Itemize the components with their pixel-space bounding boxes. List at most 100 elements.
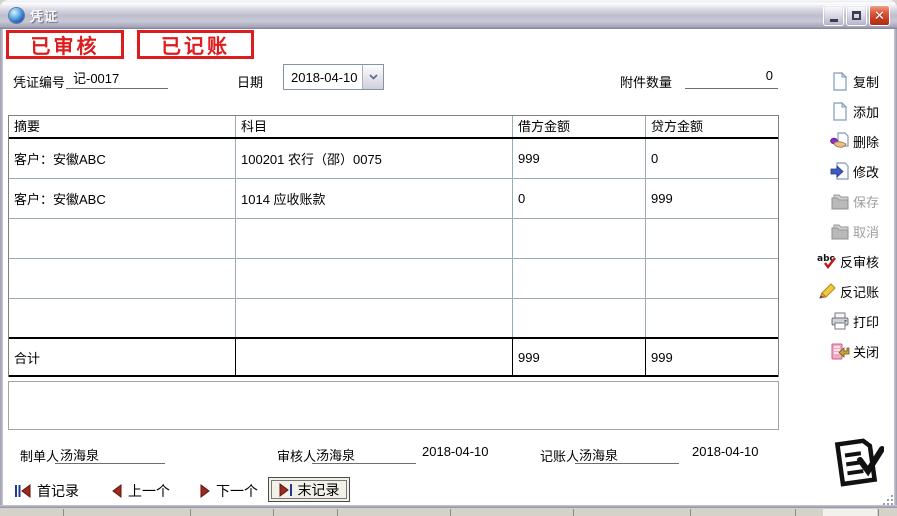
copy-label: 复制: [853, 72, 879, 91]
cell-account[interactable]: [236, 259, 513, 298]
print-button[interactable]: 打印: [798, 306, 888, 336]
print-label: 打印: [853, 312, 879, 331]
modify-button[interactable]: 修改: [798, 156, 888, 186]
table-row[interactable]: [9, 259, 778, 299]
cell-credit[interactable]: [646, 219, 778, 258]
minimize-icon: [830, 19, 838, 22]
bookkeeper-label: 记账人: [540, 446, 579, 465]
copy-button[interactable]: 复制: [798, 66, 888, 96]
audited-stamp: 已审核: [6, 30, 124, 59]
total-credit: 999: [646, 339, 778, 375]
cell-summary[interactable]: [9, 259, 236, 298]
prev-record-button[interactable]: 上一个: [112, 481, 170, 501]
cell-credit[interactable]: [646, 299, 778, 337]
folder-icon: [830, 222, 850, 241]
folder-icon: [830, 192, 850, 211]
unpost-button[interactable]: 反记账: [798, 276, 888, 306]
last-record-label: 末记录: [298, 480, 340, 500]
cell-account[interactable]: [236, 299, 513, 337]
app-icon: [9, 8, 24, 23]
cell-account[interactable]: 100201 农行（邵）0075: [236, 139, 513, 178]
audit-date: 2018-04-10: [422, 444, 489, 459]
cell-credit[interactable]: 0: [646, 139, 778, 178]
unpost-label: 反记账: [840, 282, 879, 301]
date-value: 2018-04-10: [284, 65, 362, 89]
background-window-strip: [190, 509, 191, 516]
table-row[interactable]: [9, 299, 778, 337]
cancel-button[interactable]: 取消: [798, 216, 888, 246]
cell-summary[interactable]: [9, 219, 236, 258]
close-button[interactable]: ✕: [869, 5, 890, 26]
unaudit-label: 反审核: [840, 252, 879, 271]
cell-account[interactable]: [236, 219, 513, 258]
cell-summary[interactable]: 客户：安徽ABC: [9, 139, 236, 178]
cell-debit[interactable]: [513, 299, 646, 337]
last-record-button[interactable]: 末记录: [268, 477, 350, 502]
add-button[interactable]: 添加: [798, 96, 888, 126]
abc-check-icon: abc: [817, 252, 837, 271]
cell-account[interactable]: 1014 应收账款: [236, 179, 513, 218]
date-combobox[interactable]: 2018-04-10: [283, 64, 384, 90]
printer-icon: [830, 312, 850, 331]
bookkeeper-underline: [575, 448, 679, 464]
cell-credit[interactable]: 999: [646, 179, 778, 218]
remarks-box[interactable]: [8, 381, 779, 430]
minimize-button[interactable]: [823, 5, 844, 26]
voucher-no-underline: [66, 72, 168, 89]
next-record-label: 下一个: [216, 481, 258, 501]
cell-debit[interactable]: 999: [513, 139, 646, 178]
delete-button[interactable]: 删除: [798, 126, 888, 156]
background-window-strip: [573, 509, 574, 516]
voucher-grid: 摘要 科目 借方金额 贷方金额 客户：安徽ABC 100201 农行（邵）007…: [8, 115, 779, 377]
table-row[interactable]: 客户：安徽ABC 1014 应收账款 0 999: [9, 179, 778, 219]
window-controls: ✕: [823, 5, 890, 26]
document-icon: [830, 102, 850, 121]
date-label: 日期: [237, 72, 263, 91]
last-record-icon: [279, 483, 293, 497]
background-window-strip: [795, 509, 796, 516]
hand-delete-icon: [830, 132, 850, 151]
first-record-button[interactable]: 首记录: [15, 481, 79, 501]
prev-record-icon: [112, 484, 122, 498]
resize-grip[interactable]: [882, 494, 894, 506]
cell-debit[interactable]: [513, 259, 646, 298]
voucher-stamp-icon: [828, 434, 884, 490]
table-row[interactable]: [9, 219, 778, 259]
background-window-strip: [63, 509, 64, 516]
cell-debit[interactable]: [513, 219, 646, 258]
next-record-button[interactable]: 下一个: [200, 481, 258, 501]
background-window-strip: [450, 509, 451, 516]
save-label: 保存: [853, 192, 879, 211]
chevron-down-icon: [369, 74, 378, 80]
cell-credit[interactable]: [646, 259, 778, 298]
total-row: 合计 999 999: [9, 337, 778, 377]
maximize-button[interactable]: [846, 5, 867, 26]
cancel-label: 取消: [853, 222, 879, 241]
close-voucher-button[interactable]: 关闭: [798, 336, 888, 366]
background-window-strip: [273, 509, 274, 516]
titlebar[interactable]: 凭证 ✕: [0, 0, 897, 29]
date-dropdown-button[interactable]: [362, 65, 383, 89]
document-icon: [830, 72, 850, 91]
first-record-label: 首记录: [37, 481, 79, 501]
background-window-strip: [878, 509, 879, 516]
cell-summary[interactable]: [9, 299, 236, 337]
grid-header: 摘要 科目 借方金额 贷方金额: [9, 116, 778, 139]
exit-icon: [830, 342, 850, 361]
cell-summary[interactable]: 客户：安徽ABC: [9, 179, 236, 218]
col-header-debit: 借方金额: [513, 116, 646, 137]
auditor-underline: [312, 448, 416, 464]
save-button[interactable]: 保存: [798, 186, 888, 216]
unaudit-button[interactable]: abc 反审核: [798, 246, 888, 276]
booking-date: 2018-04-10: [692, 444, 759, 459]
add-label: 添加: [853, 102, 879, 121]
table-row[interactable]: 客户：安徽ABC 100201 农行（邵）0075 999 0: [9, 139, 778, 179]
window-title: 凭证: [30, 6, 58, 25]
close-icon: ✕: [874, 9, 885, 22]
auditor-label: 审核人: [277, 446, 316, 465]
close-voucher-label: 关闭: [853, 342, 879, 361]
cell-debit[interactable]: 0: [513, 179, 646, 218]
document-arrow-icon: [830, 162, 850, 181]
background-window-strip: [690, 509, 691, 516]
total-label: 合计: [9, 339, 236, 375]
